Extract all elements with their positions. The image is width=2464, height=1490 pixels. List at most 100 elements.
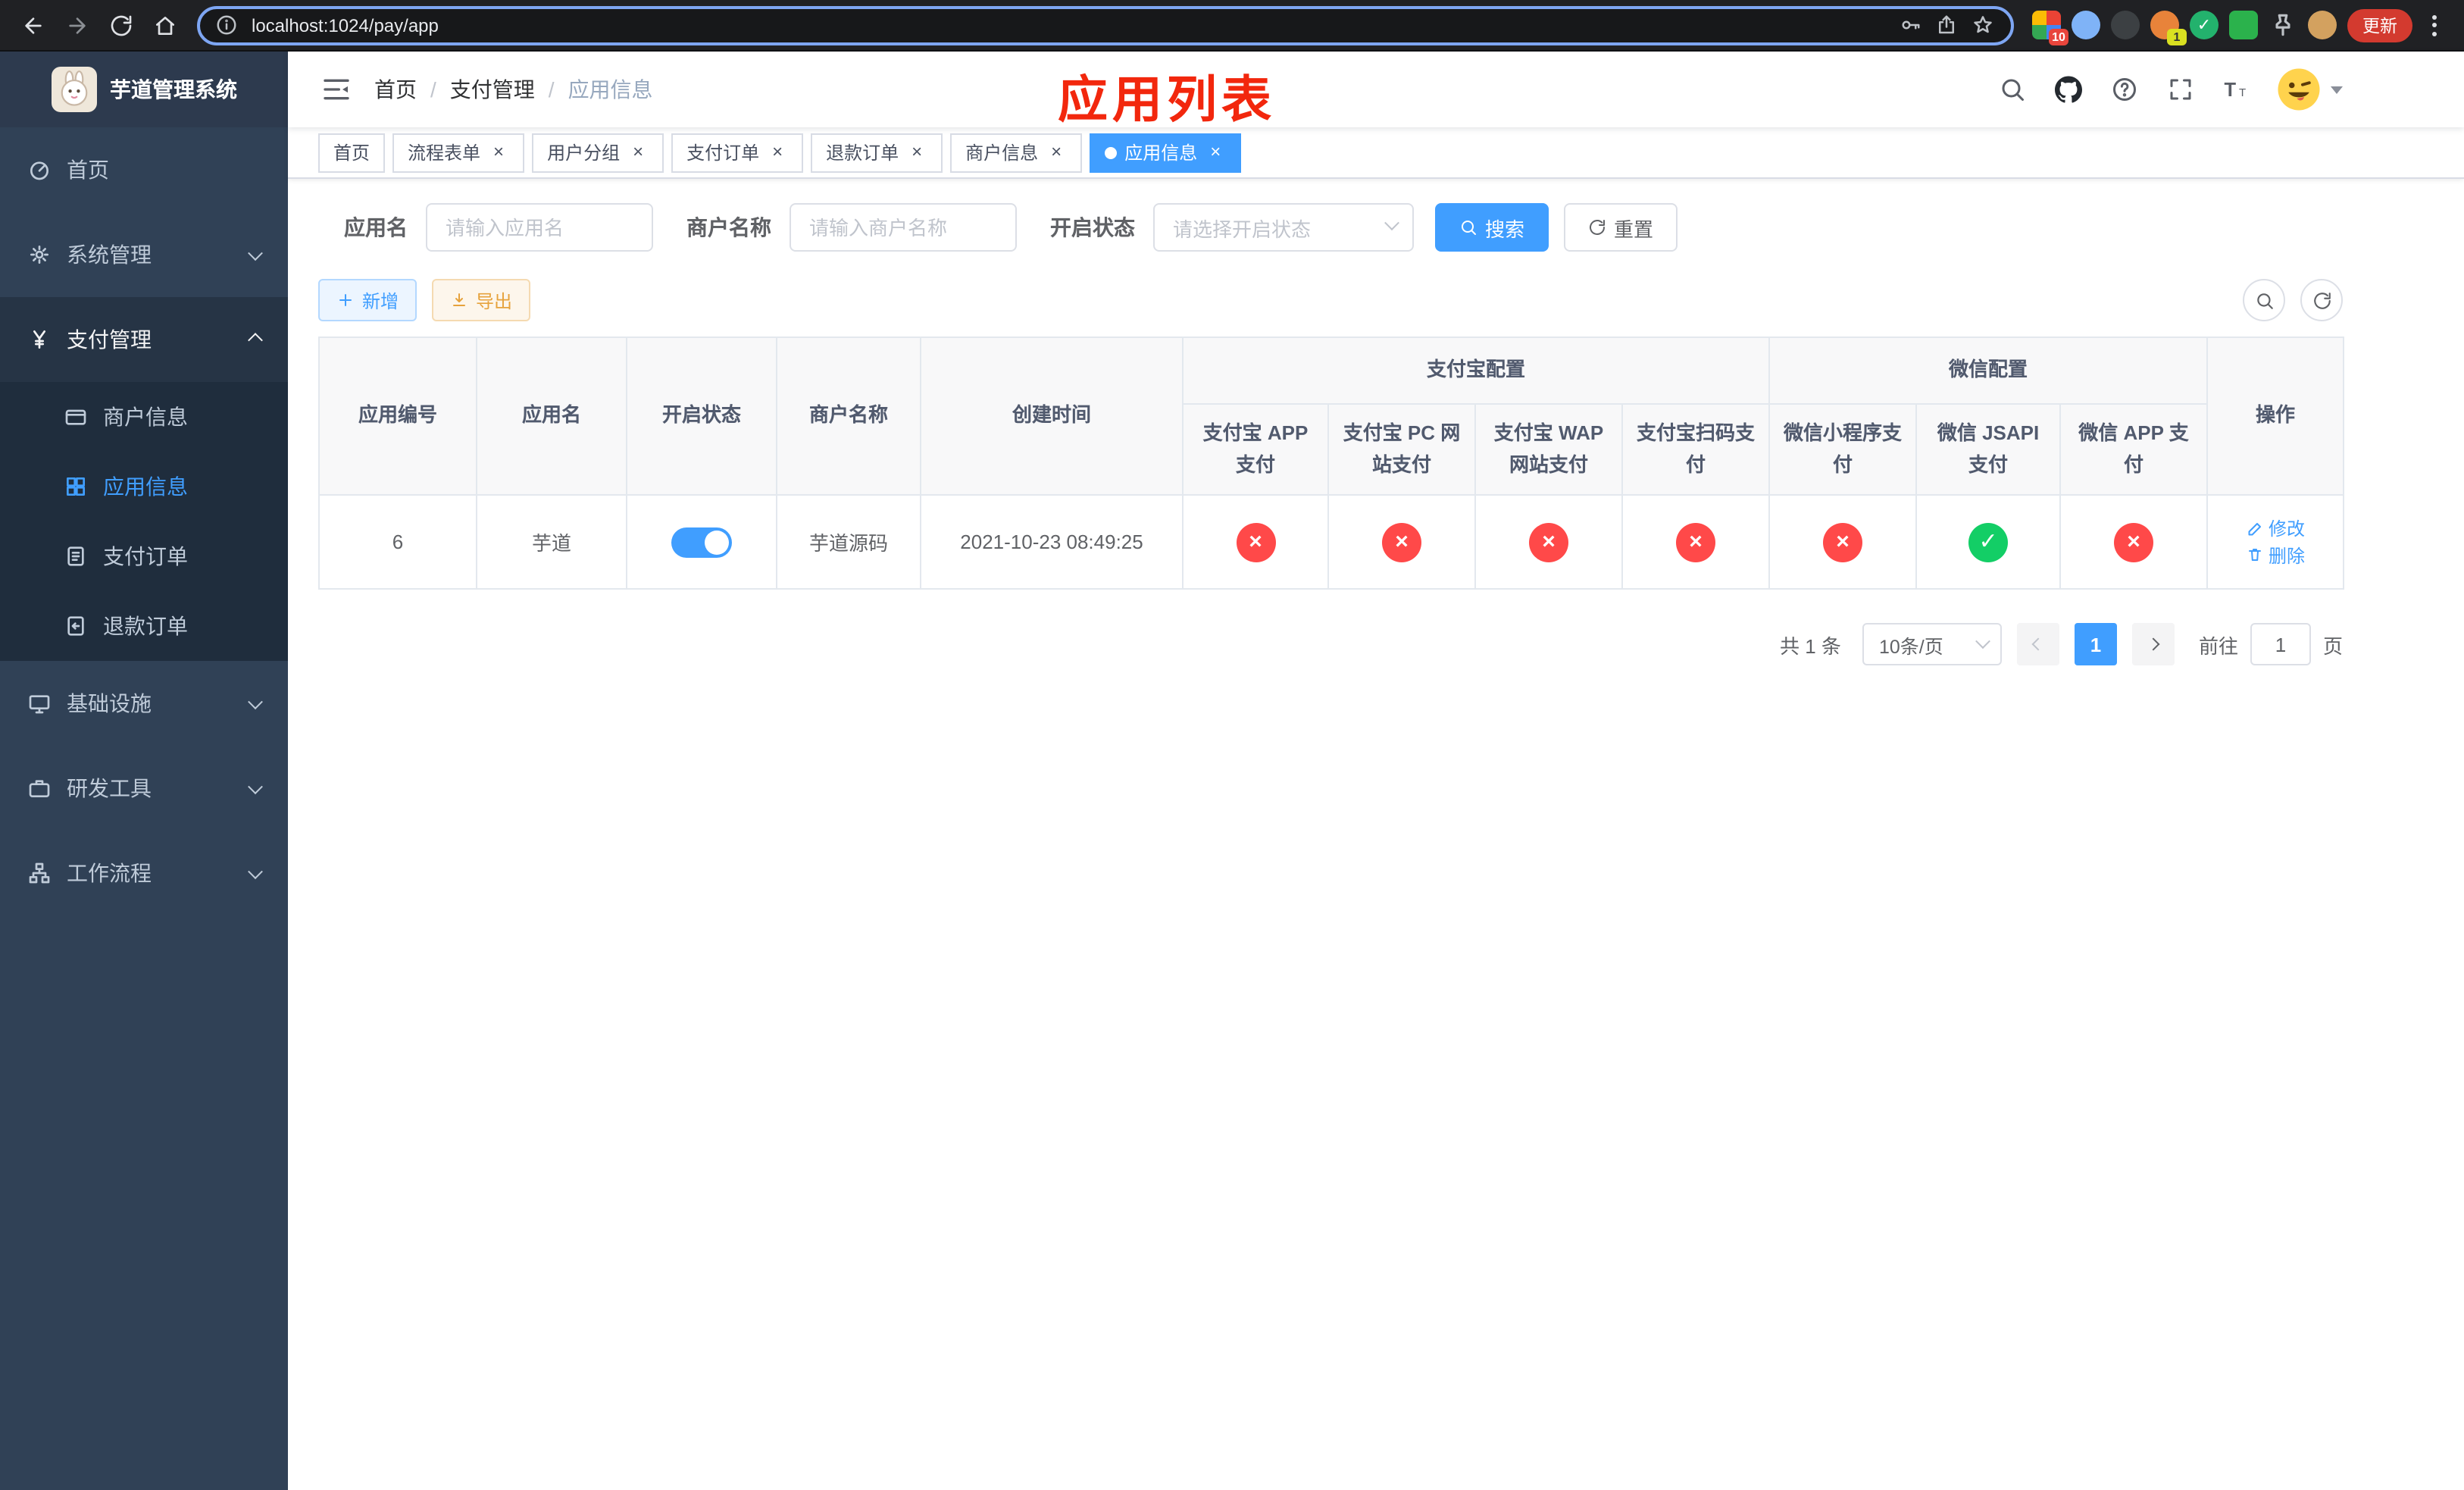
browser-reload-button[interactable]	[100, 5, 141, 45]
sidebar-item-home[interactable]: 首页	[0, 127, 288, 212]
add-button[interactable]: 新增	[318, 279, 417, 321]
sidebar-item-pay-order[interactable]: 支付订单	[0, 521, 288, 591]
status-select[interactable]: 请选择开启状态	[1153, 203, 1414, 252]
alipay-app-status-icon: ×	[1236, 522, 1275, 562]
extensions-pin-icon[interactable]	[2269, 11, 2297, 39]
browser-home-button[interactable]	[144, 5, 185, 45]
sidebar-toggle-icon[interactable]	[311, 64, 362, 115]
sidebar-item-system[interactable]: 系统管理	[0, 212, 288, 297]
tab-process-form[interactable]: 流程表单	[392, 133, 525, 172]
chevron-down-icon	[248, 245, 263, 261]
close-icon[interactable]	[488, 142, 509, 163]
screen: localhost:1024/pay/app 10 1 ✓ 更新 芋道管理系统 …	[0, 0, 2464, 1490]
status-toggle[interactable]	[671, 527, 732, 557]
cell-app-name: 芋道	[476, 494, 627, 590]
browser-toolbar: localhost:1024/pay/app 10 1 ✓ 更新	[0, 0, 2464, 52]
page-size-select[interactable]: 10条/页	[1862, 623, 2002, 665]
merchant-name-input[interactable]	[790, 203, 1017, 252]
site-info-icon[interactable]	[215, 13, 239, 37]
refresh-table-button[interactable]	[2300, 279, 2343, 321]
close-icon[interactable]	[1205, 142, 1226, 163]
refresh-icon	[2313, 292, 2330, 308]
page-number-1[interactable]: 1	[2074, 623, 2117, 665]
url-text: localhost:1024/pay/app	[252, 14, 439, 36]
card-icon	[65, 409, 86, 425]
tab-merchant-info[interactable]: 商户信息	[950, 133, 1083, 172]
extension-icon-1[interactable]: 10	[2032, 11, 2068, 45]
extension-icon-5[interactable]: ✓	[2190, 11, 2219, 39]
breadcrumb-home[interactable]: 首页	[374, 74, 417, 105]
tags-view: 首页 流程表单 用户分组 支付订单 退款订单 商户信息 应用信息	[288, 127, 2464, 179]
app-name-input[interactable]	[426, 203, 653, 252]
refund-icon	[67, 616, 84, 636]
col-header-alipay-wap: 支付宝 WAP 网站支付	[1474, 403, 1623, 496]
app-logo	[51, 67, 96, 112]
url-bar[interactable]: localhost:1024/pay/app	[197, 5, 2014, 45]
sidebar-item-merchant-info[interactable]: 商户信息	[0, 382, 288, 452]
breadcrumb-payment[interactable]: 支付管理	[450, 74, 535, 105]
search-button[interactable]: 搜索	[1435, 203, 1549, 252]
prev-page-button[interactable]	[2016, 623, 2059, 665]
close-icon[interactable]	[1046, 142, 1067, 163]
sidebar-item-infrastructure[interactable]: 基础设施	[0, 661, 288, 746]
browser-back-button[interactable]	[12, 5, 53, 45]
col-header-wechat-jsapi: 微信 JSAPI 支付	[1915, 403, 2062, 496]
alipay-qr-status-icon: ×	[1676, 522, 1715, 562]
chevron-right-icon	[2147, 637, 2160, 651]
font-size-icon[interactable]: TT	[2220, 73, 2253, 106]
delete-link[interactable]: 删除	[2246, 542, 2305, 568]
fullscreen-icon[interactable]	[2164, 73, 2197, 106]
alipay-pc-status-icon: ×	[1382, 522, 1421, 562]
extension-icon-4[interactable]: 1	[2150, 11, 2187, 45]
svg-text:T: T	[2239, 86, 2246, 99]
col-header-actions: 操作	[2206, 337, 2345, 496]
extension-icon-2[interactable]	[2072, 11, 2100, 39]
tab-user-group[interactable]: 用户分组	[532, 133, 664, 172]
app-shell: 芋道管理系统 首页 系统管理 支付管理 商户信息 应用信息 支付订单 退款订单 …	[0, 52, 2464, 1490]
sidebar-menu: 首页 系统管理 支付管理 商户信息 应用信息 支付订单 退款订单 基础设施 研发…	[0, 127, 288, 916]
github-icon[interactable]	[2052, 73, 2085, 106]
close-icon[interactable]	[767, 142, 788, 163]
close-icon[interactable]	[906, 142, 927, 163]
goto-page-input[interactable]	[2250, 623, 2311, 665]
tab-pay-order[interactable]: 支付订单	[671, 133, 804, 172]
filter-form: 应用名 商户名称 开启状态 请选择开启状态 搜索	[344, 203, 2464, 252]
col-header-wechat-app: 微信 APP 支付	[2059, 403, 2209, 496]
navbar-tools: TT	[1996, 67, 2343, 112]
sidebar-logo-bar[interactable]: 芋道管理系统	[0, 52, 288, 127]
chevron-down-icon	[248, 693, 263, 709]
tab-app-info[interactable]: 应用信息	[1090, 133, 1242, 172]
sidebar-item-workflow[interactable]: 工作流程	[0, 831, 288, 916]
tab-refund-order[interactable]: 退款订单	[811, 133, 943, 172]
chevron-down-icon	[248, 863, 263, 879]
browser-update-button[interactable]: 更新	[2347, 8, 2412, 42]
browser-menu-icon[interactable]	[2423, 8, 2446, 42]
browser-forward-button[interactable]	[56, 5, 97, 45]
sidebar-item-dev-tools[interactable]: 研发工具	[0, 746, 288, 831]
help-icon[interactable]	[2108, 73, 2141, 106]
search-icon[interactable]	[1996, 73, 2029, 106]
table-toolbar: 新增 导出	[318, 279, 2343, 321]
tab-home[interactable]: 首页	[318, 133, 386, 172]
toolbox-icon	[29, 780, 50, 797]
share-icon[interactable]	[1935, 13, 1959, 37]
avatar	[2276, 67, 2322, 112]
sidebar-item-refund-order[interactable]: 退款订单	[0, 591, 288, 661]
export-button[interactable]: 导出	[432, 279, 531, 321]
hide-search-button[interactable]	[2243, 279, 2285, 321]
extension-icon-6[interactable]	[2229, 11, 2258, 39]
user-avatar-menu[interactable]	[2276, 67, 2343, 112]
order-icon	[67, 546, 84, 566]
bookmark-star-icon[interactable]	[1972, 13, 1996, 37]
group-header-alipay: 支付宝配置	[1181, 337, 1771, 405]
extension-icon-3[interactable]	[2111, 11, 2140, 39]
reset-button[interactable]: 重置	[1564, 203, 1678, 252]
next-page-button[interactable]	[2131, 623, 2175, 665]
close-icon[interactable]	[627, 142, 649, 163]
sidebar-item-app-info[interactable]: 应用信息	[0, 452, 288, 521]
extension-icon-7[interactable]	[2308, 11, 2337, 39]
sidebar-item-payment[interactable]: 支付管理	[0, 297, 288, 382]
wechat-app-status-icon: ×	[2114, 522, 2154, 562]
edit-link[interactable]: 修改	[2246, 515, 2305, 541]
password-key-icon[interactable]	[1899, 13, 1923, 37]
